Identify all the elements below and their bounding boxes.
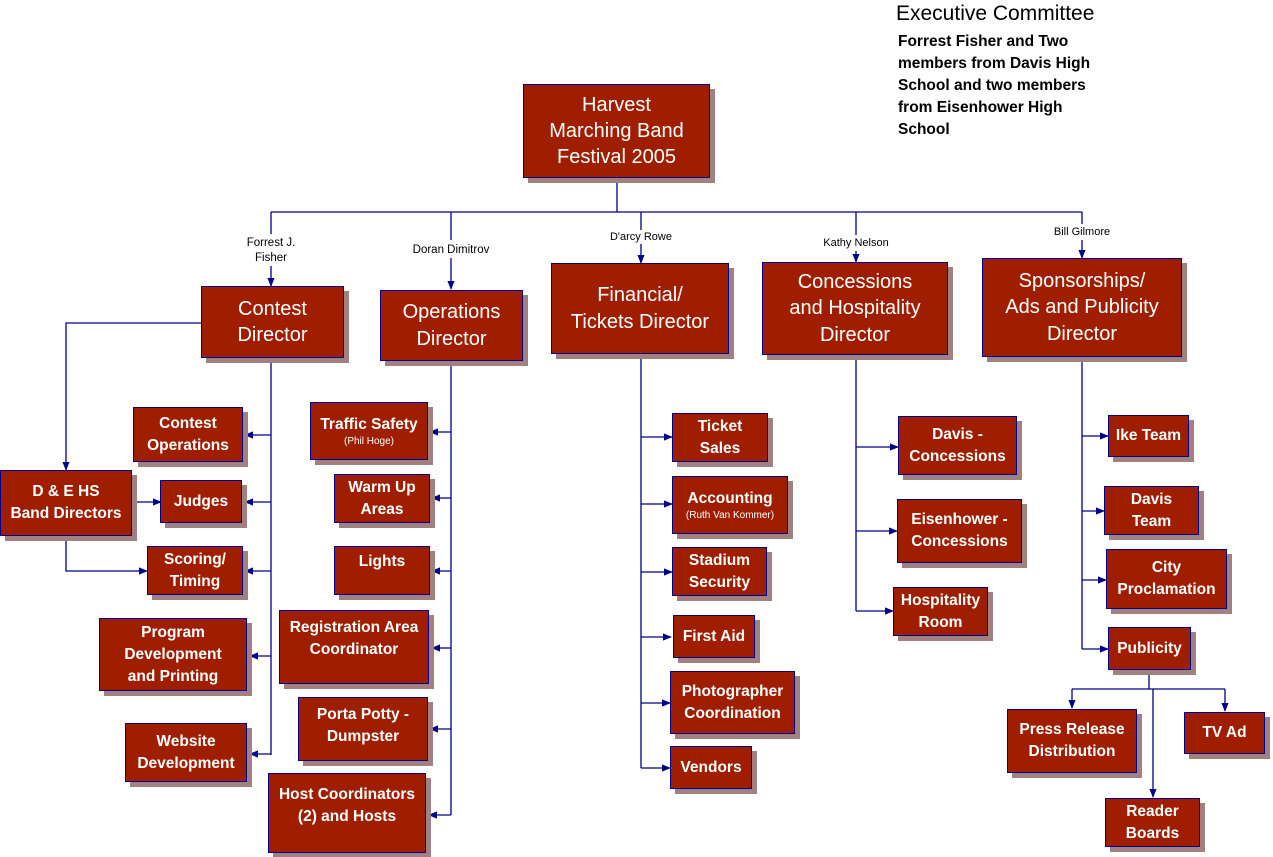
- director-contest[interactable]: Contest Director: [201, 286, 344, 358]
- unit-label: Ike Team: [1115, 427, 1182, 444]
- unit-label: Ticket Sales: [697, 417, 743, 457]
- unit-accounting[interactable]: Accounting (Ruth Van Kommer): [672, 476, 788, 534]
- unit-lights[interactable]: Lights: [334, 546, 430, 595]
- director-operations[interactable]: Operations Director: [380, 290, 523, 361]
- unit-label: First Aid: [682, 627, 746, 645]
- unit-label: City Proclamation: [1117, 559, 1216, 598]
- unit-press-release[interactable]: Press Release Distribution: [1007, 709, 1137, 773]
- unit-contest-operations[interactable]: Contest Operations: [133, 407, 243, 462]
- unit-label: Contest Operations: [147, 414, 229, 454]
- unit-label: Photographer Coordination: [681, 682, 784, 722]
- unit-label: Website Development: [137, 732, 235, 772]
- unit-porta-potty[interactable]: Porta Potty - Dumpster: [298, 697, 428, 761]
- director-concessions-title: Concessions and Hospitality Director: [789, 270, 921, 346]
- unit-ike-team[interactable]: Ike Team: [1108, 415, 1189, 457]
- unit-stadium-security[interactable]: Stadium Security: [672, 547, 767, 596]
- unit-label: Davis - Concessions: [909, 425, 1006, 465]
- person-label-concessions: Kathy Nelson: [812, 236, 900, 251]
- unit-label: Warm Up Areas: [348, 478, 416, 518]
- director-contest-title: Contest Director: [237, 297, 308, 346]
- unit-label: Traffic Safety: [320, 416, 418, 433]
- band-directors-to-scoring: [65, 537, 148, 575]
- unit-photographer[interactable]: Photographer Coordination: [670, 671, 795, 734]
- unit-label: Porta Potty - Dumpster: [316, 706, 410, 745]
- unit-band-directors[interactable]: D & E HS Band Directors: [0, 470, 132, 536]
- unit-tv-ad[interactable]: TV Ad: [1184, 712, 1265, 754]
- unit-label: Reader Boards: [1125, 802, 1180, 842]
- unit-label: Registration Area Coordinator: [289, 619, 419, 658]
- unit-label: Press Release Distribution: [1019, 721, 1125, 760]
- unit-label: Scoring/ Timing: [163, 550, 226, 590]
- director-concessions[interactable]: Concessions and Hospitality Director: [762, 262, 948, 355]
- unit-label: TV Ad: [1202, 724, 1247, 741]
- unit-vendors[interactable]: Vendors: [670, 746, 752, 789]
- executive-committee-description: Forrest Fisher and Two members from Davi…: [898, 33, 1091, 138]
- unit-publicity[interactable]: Publicity: [1108, 627, 1191, 670]
- unit-label: Eisenhower - Concessions: [911, 511, 1008, 550]
- root-node[interactable]: Harvest Marching Band Festival 2005: [523, 84, 710, 178]
- person-label-operations: Doran Dimitrov: [396, 243, 506, 258]
- unit-note: (Phil Hoge): [343, 436, 395, 447]
- unit-label: Publicity: [1117, 639, 1182, 657]
- unit-city-proclamation[interactable]: City Proclamation: [1106, 549, 1227, 609]
- unit-ticket-sales[interactable]: Ticket Sales: [672, 413, 768, 462]
- unit-website-development[interactable]: Website Development: [125, 723, 247, 782]
- unit-davis-concessions[interactable]: Davis - Concessions: [898, 416, 1017, 475]
- director-financial[interactable]: Financial/ Tickets Director: [551, 263, 729, 354]
- unit-judges[interactable]: Judges: [160, 480, 242, 523]
- unit-reader-boards[interactable]: Reader Boards: [1105, 798, 1200, 847]
- director-operations-title: Operations Director: [402, 301, 501, 350]
- root-node-title: Harvest Marching Band Festival 2005: [549, 94, 684, 168]
- unit-note: (Ruth Van Kommer): [685, 510, 775, 521]
- unit-label: Host Coordinators (2) and Hosts: [278, 786, 416, 825]
- unit-label: Accounting: [687, 490, 773, 507]
- unit-davis-team[interactable]: Davis Team: [1104, 486, 1199, 535]
- unit-program-development[interactable]: Program Development and Printing: [99, 618, 247, 691]
- director-sponsorships-title: Sponsorships/ Ads and Publicity Director: [1005, 269, 1159, 345]
- person-label-sponsorships: Bill Gilmore: [1043, 225, 1121, 240]
- unit-label: Judges: [173, 492, 229, 510]
- unit-label: Vendors: [680, 758, 742, 776]
- unit-warm-up-areas[interactable]: Warm Up Areas: [334, 474, 430, 523]
- unit-traffic-safety[interactable]: Traffic Safety (Phil Hoge): [310, 402, 428, 460]
- unit-scoring-timing[interactable]: Scoring/ Timing: [147, 546, 243, 595]
- person-label-contest: Forrest J. Fisher: [231, 236, 311, 266]
- director-financial-title: Financial/ Tickets Director: [570, 284, 710, 333]
- unit-host-coordinators[interactable]: Host Coordinators (2) and Hosts: [268, 773, 426, 853]
- executive-committee-title: Executive Committee: [896, 2, 1095, 25]
- unit-label: Lights: [358, 553, 406, 570]
- person-label-financial: D'arcy Rowe: [600, 230, 682, 245]
- unit-label: Hospitality Room: [900, 591, 981, 631]
- unit-registration-area[interactable]: Registration Area Coordinator: [279, 610, 429, 684]
- unit-label: Program Development and Printing: [124, 623, 222, 685]
- unit-eisenhower-concessions[interactable]: Eisenhower - Concessions: [897, 499, 1022, 563]
- unit-hospitality-room[interactable]: Hospitality Room: [893, 587, 988, 636]
- unit-first-aid[interactable]: First Aid: [673, 615, 755, 658]
- unit-label: Davis Team: [1130, 490, 1173, 530]
- unit-label: Stadium Security: [688, 551, 751, 591]
- director-sponsorships[interactable]: Sponsorships/ Ads and Publicity Director: [982, 258, 1182, 357]
- unit-label: D & E HS Band Directors: [10, 483, 122, 522]
